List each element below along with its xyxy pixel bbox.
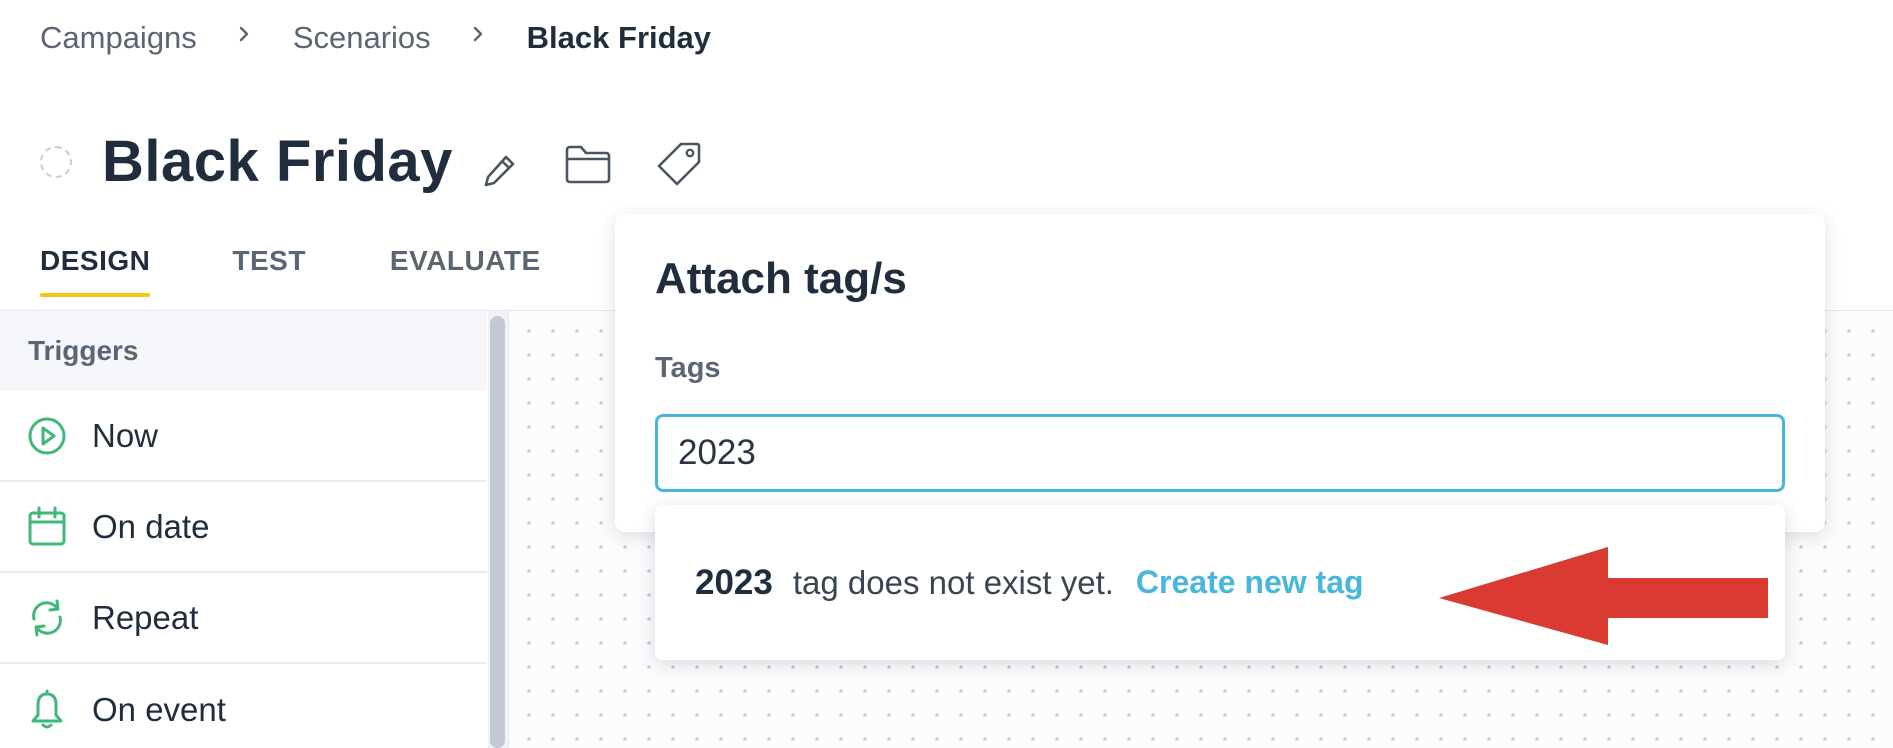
sidebar-section-title: Triggers	[0, 311, 487, 391]
breadcrumb-item-campaigns[interactable]: Campaigns	[40, 20, 197, 56]
attach-tag-popup: Attach tag/s Tags	[615, 214, 1825, 532]
triggers-sidebar: Triggers Now On date Repeat On event	[0, 311, 487, 748]
page-title: Black Friday	[102, 129, 453, 194]
sidebar-item-label: On date	[92, 507, 210, 545]
typed-tag-value: 2023	[695, 562, 773, 602]
chevron-right-icon	[469, 25, 487, 43]
pencil-icon[interactable]	[480, 150, 520, 190]
repeat-icon	[26, 597, 68, 639]
tags-field-label: Tags	[655, 352, 721, 384]
sidebar-item-on-date[interactable]: On date	[0, 482, 487, 573]
tags-input[interactable]	[655, 414, 1785, 492]
tag-not-exist-message: tag does not exist yet.	[792, 563, 1114, 601]
sidebar-item-label: Now	[92, 416, 159, 454]
page: Campaigns Scenarios Black Friday Black F…	[0, 0, 1893, 748]
sidebar-divider	[508, 311, 509, 748]
sidebar-item-now[interactable]: Now	[0, 391, 487, 482]
calendar-icon	[26, 506, 68, 548]
tag-icon[interactable]	[655, 140, 703, 188]
breadcrumb-item-current: Black Friday	[526, 20, 712, 55]
breadcrumb: Campaigns Scenarios Black Friday	[40, 20, 711, 56]
sidebar-item-label: Repeat	[92, 598, 199, 636]
breadcrumb-item-scenarios[interactable]: Scenarios	[293, 20, 431, 56]
sidebar-item-label: On event	[92, 690, 226, 728]
folder-icon[interactable]	[563, 142, 613, 186]
sidebar-item-on-event[interactable]: On event	[0, 664, 487, 748]
popup-title: Attach tag/s	[655, 254, 907, 303]
tab-evaluate[interactable]: EVALUATE	[390, 245, 541, 297]
tab-bar: DESIGN TEST EVALUATE	[40, 245, 541, 297]
play-circle-icon	[26, 415, 68, 457]
chevron-right-icon	[235, 25, 253, 43]
circle-status-icon	[40, 146, 72, 178]
bell-icon	[26, 689, 68, 731]
create-new-tag-link[interactable]: Create new tag	[1136, 564, 1364, 601]
red-arrow-icon	[1435, 545, 1771, 647]
sidebar-item-repeat[interactable]: Repeat	[0, 573, 487, 664]
tab-test[interactable]: TEST	[232, 245, 306, 297]
sidebar-scrollbar-thumb[interactable]	[490, 316, 505, 748]
tab-design[interactable]: DESIGN	[40, 245, 151, 297]
